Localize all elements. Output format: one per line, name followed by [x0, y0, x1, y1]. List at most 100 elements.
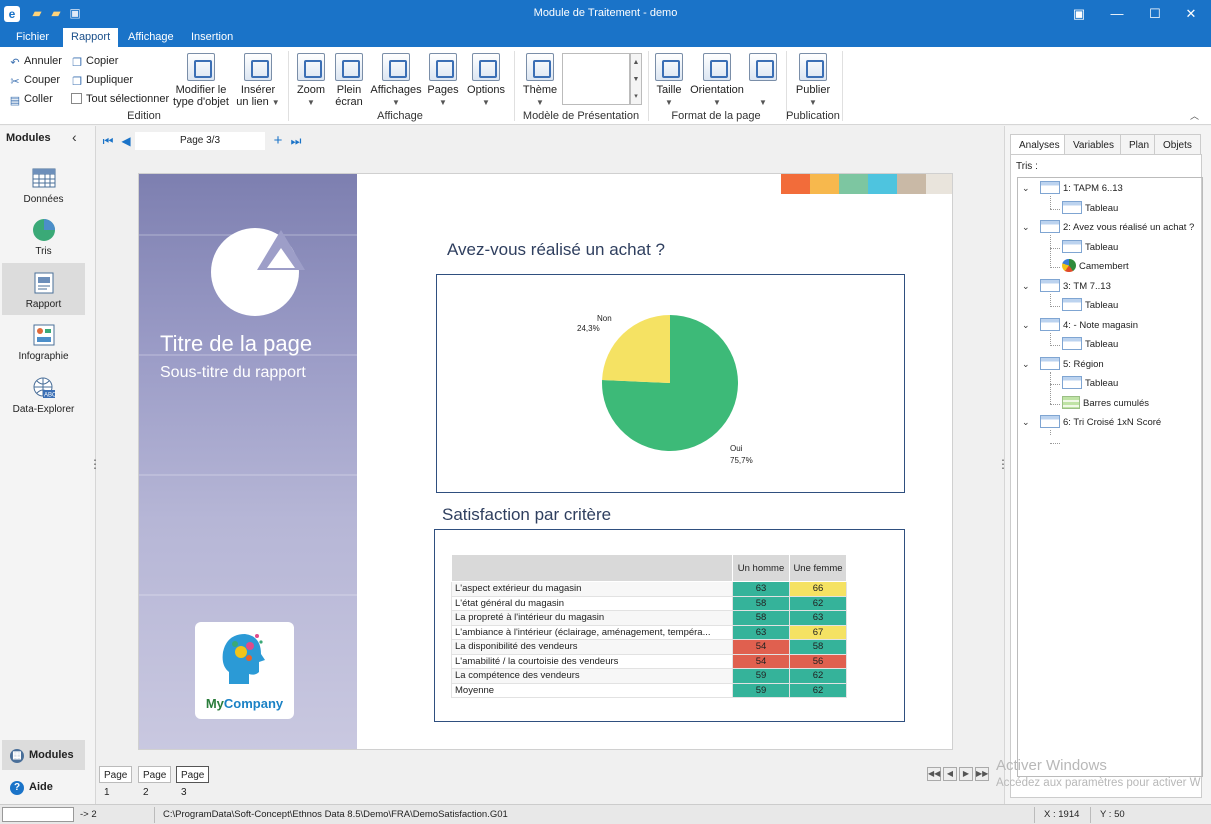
- minimize-button[interactable]: —: [1098, 0, 1136, 28]
- chevron-down-icon[interactable]: ⌄: [1022, 183, 1030, 194]
- cover-stripe: [139, 594, 357, 596]
- last-page-icon[interactable]: ⏭: [289, 132, 303, 150]
- tree-child-label: Tableau: [1085, 339, 1119, 350]
- grid-icon: [32, 168, 55, 188]
- tree-child-node[interactable]: Tableau: [1062, 200, 1118, 218]
- module-data-explorer[interactable]: ABC Data-Explorer: [2, 368, 85, 420]
- insert-link-button[interactable]: Insérer un lien ▼: [234, 53, 282, 109]
- tab-affichage[interactable]: Affichage: [120, 28, 182, 47]
- tab-analyses[interactable]: Analyses: [1010, 134, 1069, 155]
- tree-child-node[interactable]: Tableau: [1062, 336, 1118, 354]
- tree-child-node[interactable]: Camembert: [1062, 258, 1129, 276]
- ribbon-separator: [648, 51, 649, 121]
- tree-child-node[interactable]: Tableau: [1062, 375, 1118, 393]
- chevron-left-icon[interactable]: ‹: [72, 129, 77, 145]
- page-tab-2[interactable]: Page 2: [138, 766, 172, 798]
- ribbon: ↶ Annuler ✂ Couper ▤ Coller ❐ Copier ❐ Dupliq…: [0, 47, 1211, 125]
- theme-button[interactable]: Thème ▼: [522, 53, 558, 109]
- module-tris[interactable]: Tris: [2, 210, 85, 262]
- right-splitter-handle[interactable]: ⋮: [997, 457, 1009, 471]
- criterion-label: La compétence des vendeurs: [451, 668, 733, 684]
- pie-chart: Non 24,3% Oui 75,7%: [577, 314, 753, 465]
- first-page-icon[interactable]: ⏮: [101, 132, 115, 150]
- pie-slices: [602, 315, 739, 452]
- tree-child-label: Tableau: [1085, 202, 1119, 214]
- add-page-icon[interactable]: +: [271, 132, 285, 150]
- chevron-down-icon[interactable]: ⌄: [1022, 417, 1030, 428]
- pages-icon: [429, 53, 457, 81]
- tree-node[interactable]: 4: - Note magasin: [1040, 317, 1138, 335]
- previous-page-icon[interactable]: ◀: [119, 132, 133, 150]
- score-homme: 63: [732, 624, 790, 640]
- tree-child-node[interactable]: Tableau: [1062, 239, 1118, 257]
- chevron-down-icon[interactable]: ⌄: [1022, 281, 1030, 292]
- tree-child-node[interactable]: Barres cumulés: [1062, 395, 1149, 413]
- module-rapport[interactable]: Rapport: [2, 263, 85, 315]
- table-icon: [1062, 239, 1082, 253]
- maximize-button[interactable]: ☐: [1136, 0, 1174, 28]
- publish-button[interactable]: Publier ▼: [792, 53, 834, 109]
- fullscreen-button[interactable]: Plein écran: [332, 53, 366, 108]
- module-label: Infographie: [18, 351, 69, 362]
- theme-gallery[interactable]: [562, 53, 630, 105]
- tree-child-node[interactable]: Tableau: [1062, 297, 1118, 315]
- pages-button[interactable]: Pages ▼: [426, 53, 460, 109]
- tree-node[interactable]: 6: Tri Croisé 1xN Scoré: [1040, 414, 1161, 432]
- first-tab-icon[interactable]: ◀◀: [927, 767, 941, 781]
- table-row: Moyenne 59 62: [451, 682, 847, 698]
- criterion-label: La propreté à l'intérieur du magasin: [451, 610, 733, 626]
- page-format-extra-button[interactable]: ▼: [748, 53, 778, 109]
- module-donnees[interactable]: Données: [2, 158, 85, 210]
- duplicate-button[interactable]: ❐ Dupliquer: [71, 71, 133, 89]
- chevron-down-icon[interactable]: ⌄: [1022, 359, 1030, 370]
- undo-icon: ↶: [10, 57, 20, 69]
- tree-node[interactable]: 1: TAPM 6..13: [1040, 180, 1123, 198]
- tree-node[interactable]: 2: Avez vous réalisé un achat ?: [1040, 219, 1194, 237]
- cut-button[interactable]: ✂ Couper: [9, 71, 60, 89]
- page-edit-icon: [749, 53, 777, 81]
- title-bar: e ▰ ▰ ▣ Module de Traitement - demo ▣ — …: [0, 0, 1211, 28]
- close-button[interactable]: ✕: [1172, 0, 1210, 28]
- tab-plan[interactable]: Plan: [1120, 134, 1159, 155]
- magnifier-icon: [297, 53, 325, 81]
- previous-tab-icon[interactable]: ◀: [943, 767, 957, 781]
- module-infographie[interactable]: Infographie: [2, 315, 85, 367]
- theme-gallery-scroll[interactable]: ▲ ▼ ▾: [630, 53, 642, 105]
- help-button[interactable]: ? Aide: [2, 772, 85, 802]
- left-splitter-handle[interactable]: ⋮: [89, 457, 101, 471]
- undo-button[interactable]: ↶ Annuler: [9, 52, 62, 70]
- tab-rapport[interactable]: Rapport: [63, 28, 119, 47]
- last-tab-icon[interactable]: ▶▶: [975, 767, 989, 781]
- status-input[interactable]: [2, 807, 74, 822]
- next-tab-icon[interactable]: ▶: [959, 767, 973, 781]
- page-tab-1[interactable]: Page 1: [99, 766, 133, 798]
- score-femme: 62: [789, 682, 847, 698]
- group-modele-label: Modèle de Présentation: [522, 110, 640, 122]
- tab-fichier[interactable]: Fichier: [8, 28, 57, 47]
- chevron-down-icon[interactable]: ⌄: [1022, 320, 1030, 331]
- paste-button[interactable]: ▤ Coller: [9, 90, 53, 108]
- ribbon-display-icon[interactable]: ▣: [1060, 0, 1098, 28]
- orientation-button[interactable]: Orientation ▼: [688, 53, 746, 109]
- options-button[interactable]: Options ▼: [466, 53, 506, 109]
- affichages-button[interactable]: Affichages ▼: [370, 53, 422, 109]
- tab-insertion[interactable]: Insertion: [183, 28, 241, 47]
- tree-node-label: 6: Tri Croisé 1xN Scoré: [1063, 417, 1162, 428]
- tab-objets[interactable]: Objets: [1154, 134, 1201, 155]
- chevron-down-icon[interactable]: ⌄: [1022, 222, 1030, 233]
- size-button[interactable]: Taille ▼: [652, 53, 686, 109]
- table-body: L'aspect extérieur du magasin 63 66 L'état …: [451, 581, 847, 698]
- company-logo: MyCompany: [195, 622, 294, 719]
- page-tab-3[interactable]: Page 3: [176, 766, 210, 798]
- modify-type-button[interactable]: Modifier le type d'objet: [172, 53, 230, 108]
- report-page[interactable]: Titre de la page Sous-titre du rapport M…: [138, 173, 953, 750]
- tab-variables[interactable]: Variables: [1064, 134, 1123, 155]
- collapse-ribbon-icon[interactable]: ︿: [1190, 107, 1199, 125]
- modules-bottom-button[interactable]: ▦ Modules: [2, 740, 85, 770]
- satisfaction-table-frame[interactable]: Un homme Une femme L'aspect extérieur du…: [434, 529, 905, 722]
- zoom-button[interactable]: Zoom ▼: [294, 53, 328, 109]
- select-all-checkbox[interactable]: Tout sélectionner: [71, 90, 169, 108]
- copy-button[interactable]: ❐ Copier: [71, 52, 118, 70]
- table-row: La disponibilité des vendeurs 54 58: [451, 639, 847, 655]
- pie-chart-frame[interactable]: Non 24,3% Oui 75,7%: [436, 274, 905, 493]
